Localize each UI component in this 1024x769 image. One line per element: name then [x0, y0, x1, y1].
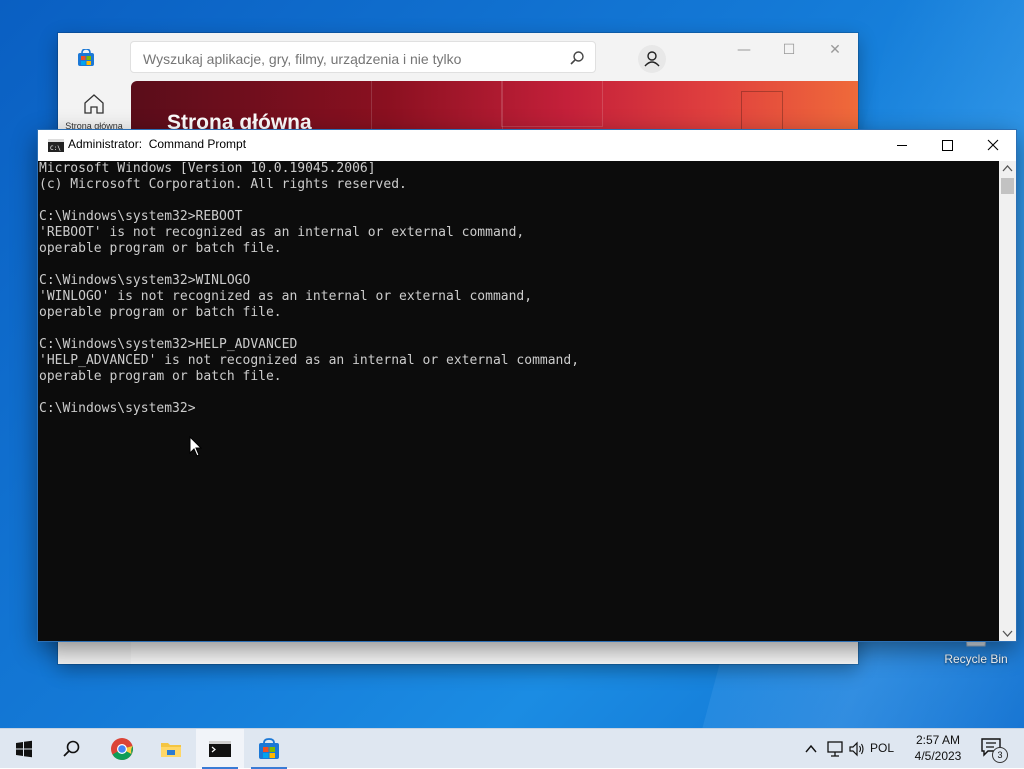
store-search-box[interactable]	[130, 41, 596, 73]
volume-icon[interactable]	[848, 740, 866, 758]
store-close-button[interactable]: ✕	[820, 39, 850, 61]
home-icon	[84, 94, 104, 114]
network-icon[interactable]	[826, 740, 844, 758]
notification-count-badge: 3	[992, 747, 1008, 763]
command-prompt-window[interactable]: C:\ Administrator: Command Prompt Micros…	[38, 130, 1016, 641]
taskbar: POL 2:57 AM 4/5/2023 3	[0, 728, 1024, 769]
recycle-bin-label: Recycle Bin	[944, 652, 1008, 666]
user-icon	[644, 51, 660, 67]
taskbar-clock[interactable]: 2:57 AM 4/5/2023	[905, 732, 971, 764]
action-center-button[interactable]: 3	[980, 737, 1008, 763]
close-icon	[987, 139, 999, 151]
profile-button[interactable]	[638, 45, 666, 73]
chrome-icon	[111, 738, 133, 760]
desktop: Recycle Bin — ☐ ✕	[0, 0, 1024, 728]
clock-time: 2:57 AM	[915, 733, 961, 747]
store-icon	[259, 738, 279, 759]
cmd-vertical-scrollbar[interactable]	[999, 161, 1016, 641]
store-search-input[interactable]	[141, 48, 565, 70]
start-button[interactable]	[0, 729, 48, 769]
console-text: Microsoft Windows [Version 10.0.19045.20…	[39, 161, 580, 416]
input-language-indicator[interactable]: POL	[870, 741, 894, 755]
show-hidden-icons-chevron-icon[interactable]	[803, 741, 819, 757]
cmd-titlebar[interactable]: C:\ Administrator: Command Prompt	[38, 130, 1016, 161]
cmd-minimize-button[interactable]	[879, 130, 925, 161]
terminal-icon	[209, 741, 231, 757]
scroll-up-arrow-icon[interactable]	[999, 161, 1016, 177]
search-icon	[63, 740, 80, 757]
clock-date: 4/5/2023	[914, 749, 962, 763]
folder-icon	[161, 743, 181, 757]
windows-logo-icon	[16, 740, 32, 758]
store-minimize-button[interactable]: —	[729, 39, 759, 61]
hero-decoration	[501, 81, 603, 127]
store-icon	[78, 49, 94, 66]
scroll-down-arrow-icon[interactable]	[999, 625, 1016, 641]
mouse-pointer-icon	[189, 436, 203, 457]
terminal-icon: C:\	[48, 139, 64, 152]
taskbar-chrome[interactable]	[98, 729, 146, 769]
taskbar-command-prompt[interactable]	[196, 729, 244, 769]
taskbar-microsoft-store[interactable]	[245, 729, 293, 769]
nav-home[interactable]: Strona główna	[62, 91, 126, 135]
cmd-close-button[interactable]	[970, 130, 1016, 161]
maximize-icon	[942, 140, 953, 151]
cmd-console-output[interactable]: Microsoft Windows [Version 10.0.19045.20…	[39, 161, 999, 640]
scrollbar-thumb[interactable]	[1001, 178, 1014, 194]
minimize-icon	[897, 145, 907, 146]
taskbar-file-explorer[interactable]	[147, 729, 195, 769]
store-maximize-button[interactable]: ☐	[774, 39, 804, 61]
cmd-window-title: Administrator: Command Prompt	[68, 137, 247, 151]
hero-decoration	[371, 81, 503, 133]
taskbar-search-button[interactable]	[48, 729, 96, 769]
cmd-maximize-button[interactable]	[924, 130, 970, 161]
svg-text:C:\: C:\	[50, 145, 61, 152]
search-icon[interactable]	[569, 50, 585, 66]
